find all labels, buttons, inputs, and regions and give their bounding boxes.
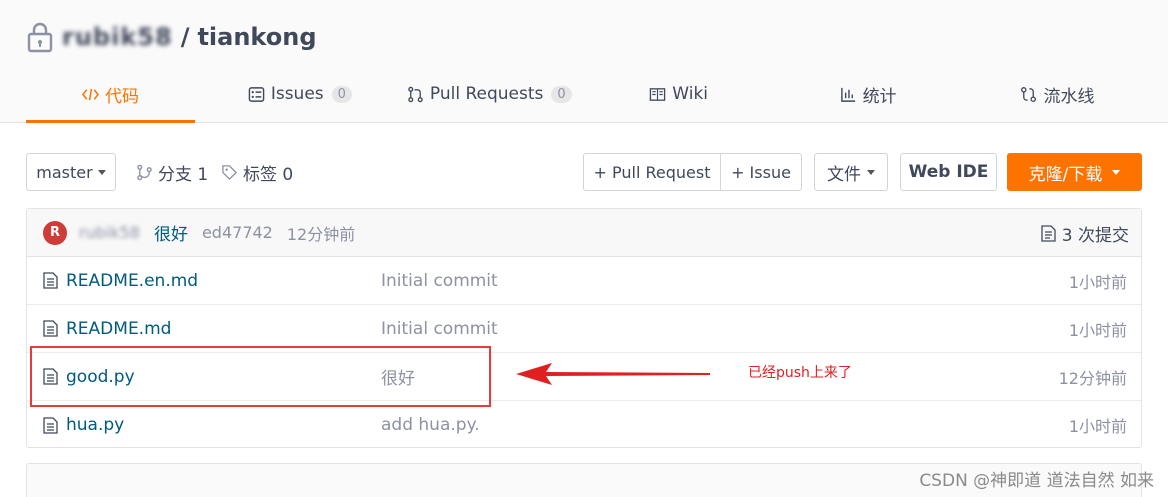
- file-icon: [43, 320, 58, 337]
- commit-message-link[interactable]: 很好: [154, 220, 188, 245]
- latest-commit-bar: R rubik58 很好 ed47742 12分钟前 3 次提交: [27, 209, 1141, 257]
- avatar[interactable]: R: [43, 220, 67, 245]
- tab-pipeline[interactable]: 流水线: [973, 68, 1142, 123]
- file-updated-time: 1小时前: [1068, 417, 1127, 436]
- tab-wiki-label: Wiki: [672, 84, 709, 104]
- file-name-link[interactable]: good.py: [66, 367, 135, 387]
- file-commit-message[interactable]: 很好: [381, 364, 415, 389]
- file-updated-time: 12分钟前: [1058, 368, 1127, 388]
- issues-icon: [248, 86, 265, 102]
- file-updated-time: 1小时前: [1068, 320, 1127, 340]
- repo-toolbar: master 分支 1 标签 0 + Pull Request + Issue …: [26, 153, 1142, 193]
- file-name-cell: README.md: [43, 319, 171, 339]
- pipeline-icon: [1021, 86, 1037, 102]
- commit-time: 12分钟前: [286, 224, 356, 244]
- tags-link[interactable]: 标签 0: [221, 153, 293, 191]
- file-icon: [43, 416, 58, 434]
- branches-label: 分支 1: [158, 164, 209, 185]
- wiki-book-icon: [650, 87, 666, 101]
- file-updated-time: 1小时前: [1068, 272, 1127, 292]
- file-menu-button[interactable]: 文件: [814, 153, 888, 191]
- commits-document-icon: [1041, 224, 1056, 242]
- repo-owner[interactable]: rubik58: [62, 23, 173, 51]
- watermark: CSDN @神即道 道法自然 如来: [919, 471, 1154, 491]
- branch-name: master: [36, 162, 93, 182]
- tab-wiki[interactable]: Wiki: [594, 68, 763, 123]
- commit-count-link[interactable]: 3 次提交: [1041, 209, 1129, 257]
- annotation-text: 已经push上来了: [748, 365, 852, 381]
- repo-separator: /: [180, 23, 190, 51]
- file-name-link[interactable]: README.en.md: [66, 271, 198, 291]
- repo-tabs: 代码 Issues 0 Pull Requests 0 Wiki 统计 流水线: [26, 68, 1142, 123]
- issues-count-badge: 0: [331, 85, 352, 103]
- tab-pipeline-label: 流水线: [1043, 86, 1095, 107]
- pull-request-icon: [408, 86, 423, 102]
- clone-download-label: 克隆/下载: [1028, 164, 1103, 185]
- repo-title: rubik58 / tiankong: [26, 20, 317, 54]
- tab-stats-label: 统计: [862, 86, 897, 107]
- file-icon: [43, 272, 58, 289]
- file-row: README.md Initial commit 1小时前: [27, 305, 1141, 353]
- file-row: hua.py add hua.py. 1小时前: [27, 401, 1141, 449]
- file-menu-label: 文件: [827, 164, 861, 185]
- chevron-down-icon: [97, 169, 106, 175]
- file-list: R rubik58 很好 ed47742 12分钟前 3 次提交 README.…: [26, 208, 1142, 448]
- file-icon: [43, 368, 58, 385]
- branch-icon: [137, 164, 152, 180]
- lock-icon: [27, 22, 53, 53]
- file-commit-message[interactable]: Initial commit: [381, 271, 498, 291]
- file-name-cell: README.en.md: [43, 271, 198, 291]
- new-issue-button[interactable]: + Issue: [721, 154, 801, 190]
- commit-sha-link[interactable]: ed47742: [202, 223, 273, 242]
- tab-issues[interactable]: Issues 0: [215, 68, 384, 123]
- chevron-down-icon: [867, 169, 875, 175]
- file-name-cell: hua.py: [43, 415, 124, 435]
- file-name-link[interactable]: README.md: [66, 319, 171, 339]
- file-commit-message[interactable]: Initial commit: [381, 319, 498, 339]
- repo-name[interactable]: tiankong: [197, 23, 316, 51]
- bar-chart-icon: [840, 87, 855, 102]
- code-icon: [82, 88, 99, 100]
- tab-code[interactable]: 代码: [26, 68, 195, 123]
- branches-link[interactable]: 分支 1: [136, 153, 208, 191]
- tags-label: 标签 0: [243, 164, 294, 185]
- file-name-cell: good.py: [43, 367, 135, 387]
- tag-icon: [222, 164, 238, 180]
- branch-select[interactable]: master: [26, 153, 116, 191]
- annotation-arrow-icon: [516, 363, 710, 385]
- new-item-button-group: + Pull Request + Issue: [583, 153, 802, 191]
- file-commit-message[interactable]: add hua.py.: [381, 415, 480, 435]
- tab-stats[interactable]: 统计: [784, 68, 953, 123]
- file-row: README.en.md Initial commit 1小时前: [27, 257, 1141, 305]
- commit-count-label: 3 次提交: [1061, 225, 1129, 246]
- pull-requests-count-badge: 0: [551, 85, 572, 103]
- chevron-down-icon: [1112, 169, 1121, 175]
- new-pull-request-button[interactable]: + Pull Request: [584, 154, 721, 190]
- file-name-link[interactable]: hua.py: [66, 415, 124, 435]
- web-ide-button[interactable]: Web IDE: [900, 153, 997, 191]
- tab-issues-label: Issues: [270, 84, 324, 104]
- tab-pull-requests-label: Pull Requests: [429, 84, 544, 104]
- clone-download-button[interactable]: 克隆/下载: [1007, 153, 1142, 191]
- commit-author[interactable]: rubik58: [79, 223, 140, 242]
- tab-pull-requests[interactable]: Pull Requests 0: [405, 68, 574, 123]
- tab-code-label: 代码: [105, 86, 139, 107]
